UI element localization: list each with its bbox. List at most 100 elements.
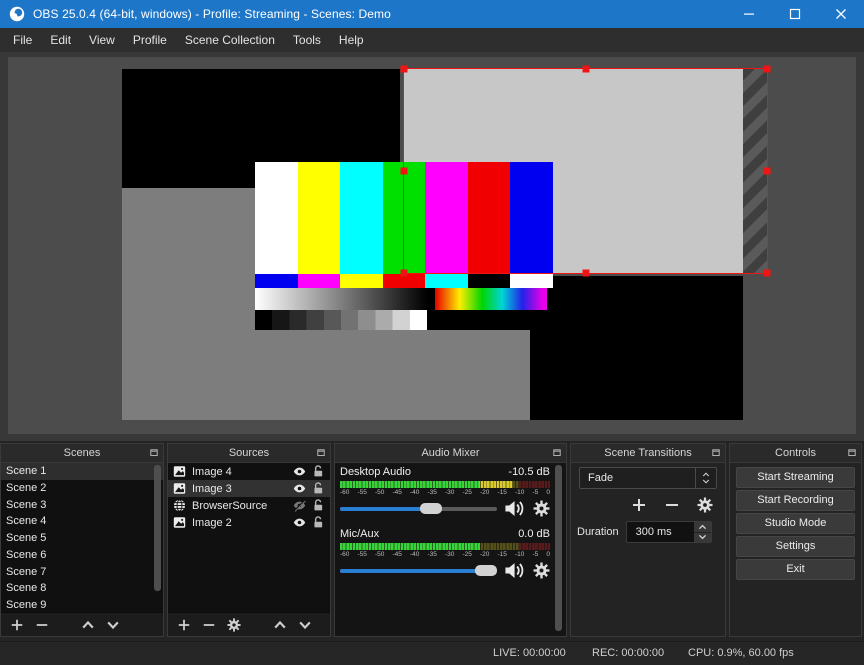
transition-select-arrows[interactable]	[695, 468, 716, 488]
exit-button[interactable]: Exit	[736, 559, 855, 580]
transition-properties-gear-icon[interactable]	[697, 497, 713, 513]
menu-item-edit[interactable]: Edit	[41, 28, 80, 52]
remove-scene-icon[interactable]	[35, 618, 49, 632]
visibility-eye-icon[interactable]	[293, 516, 306, 529]
meter-scale: -60 -55 -50 -45 -40 -35 -30 -25 -20 -15 -10 -5 0	[340, 489, 550, 496]
menu-item-scene-collection[interactable]: Scene Collection	[176, 28, 284, 52]
settings-button[interactable]: Settings	[736, 536, 855, 557]
menu-item-view[interactable]: View	[80, 28, 124, 52]
maximize-button[interactable]	[772, 0, 818, 28]
selection-handle-top-right[interactable]	[763, 65, 771, 73]
selection-handle-bottom-left[interactable]	[400, 269, 408, 277]
panel-float-icon[interactable]	[847, 448, 857, 458]
scenes-panel-title: Scenes	[63, 447, 101, 459]
menu-item-tools[interactable]: Tools	[284, 28, 330, 52]
source-name: Image 3	[192, 482, 232, 495]
mixer-channel-gain: 0.0 dB	[518, 528, 550, 540]
scene-list-item[interactable]: Scene 5	[1, 530, 163, 547]
panel-float-icon[interactable]	[552, 448, 562, 458]
visibility-eye-icon[interactable]	[293, 482, 306, 495]
source-name: Image 2	[192, 516, 232, 529]
scene-list-item[interactable]: Scene 3	[1, 497, 163, 514]
move-scene-down-icon[interactable]	[106, 618, 120, 632]
image-source-icon	[173, 516, 186, 529]
add-source-icon[interactable]	[177, 618, 191, 632]
panel-float-icon[interactable]	[149, 448, 159, 458]
visibility-eye-icon[interactable]	[293, 465, 306, 478]
speaker-icon[interactable]	[504, 500, 526, 517]
window-controls	[726, 0, 864, 28]
selection-handle-bottom-center[interactable]	[582, 269, 589, 277]
selection-handle-top-center[interactable]	[582, 65, 589, 73]
scenes-panel-header[interactable]: Scenes	[1, 444, 163, 463]
transitions-panel-header[interactable]: Scene Transitions	[571, 444, 725, 463]
image-source-icon	[173, 482, 186, 495]
source-row-selected[interactable]: Image 3	[168, 480, 330, 497]
duration-decrease-button[interactable]	[694, 532, 711, 542]
transitions-toolbar	[571, 494, 713, 515]
unlock-icon[interactable]	[312, 465, 325, 478]
selection-handle-mid-right[interactable]	[763, 167, 771, 175]
move-scene-up-icon[interactable]	[81, 618, 95, 632]
unlock-icon[interactable]	[312, 482, 325, 495]
source-name: Image 4	[192, 465, 232, 478]
duration-increase-button[interactable]	[694, 522, 711, 533]
scene-list-item[interactable]: Scene 9	[1, 597, 163, 612]
source-row[interactable]: Image 4	[168, 463, 330, 480]
volume-slider-handle[interactable]	[420, 503, 443, 514]
sources-panel-header[interactable]: Sources	[168, 444, 330, 463]
volume-slider[interactable]	[340, 503, 497, 514]
scene-list-item[interactable]: Scene 4	[1, 513, 163, 530]
selection-handle-bottom-right[interactable]	[763, 269, 771, 277]
selection-outline[interactable]	[400, 65, 771, 277]
live-time-status: LIVE: 00:00:00	[493, 647, 566, 659]
move-source-down-icon[interactable]	[298, 618, 312, 632]
volume-slider[interactable]	[340, 565, 497, 576]
scene-list-item[interactable]: Scene 6	[1, 547, 163, 564]
mixer-settings-gear-icon[interactable]	[533, 500, 550, 517]
mixer-settings-gear-icon[interactable]	[533, 562, 550, 579]
remove-transition-icon[interactable]	[664, 497, 680, 513]
transition-select[interactable]: Fade	[579, 467, 717, 489]
remove-source-icon[interactable]	[202, 618, 216, 632]
volume-slider-handle[interactable]	[475, 565, 497, 576]
sources-list: Image 4 Image 3 BrowserSource Image 2	[168, 463, 330, 612]
menu-item-profile[interactable]: Profile	[124, 28, 176, 52]
transitions-panel-title: Scene Transitions	[604, 447, 692, 459]
move-source-up-icon[interactable]	[273, 618, 287, 632]
studio-mode-button[interactable]: Studio Mode	[736, 513, 855, 534]
scene-list-item[interactable]: Scene 1	[1, 463, 163, 480]
menu-item-help[interactable]: Help	[330, 28, 373, 52]
visibility-eye-off-icon[interactable]	[293, 499, 306, 512]
source-properties-gear-icon[interactable]	[227, 618, 241, 632]
scene-list-item[interactable]: Scene 8	[1, 580, 163, 597]
source-black-rect-bottom-right[interactable]	[530, 276, 743, 420]
close-button[interactable]	[818, 0, 864, 28]
sources-panel-title: Sources	[228, 447, 270, 459]
start-streaming-button[interactable]: Start Streaming	[736, 467, 855, 488]
panel-float-icon[interactable]	[711, 448, 721, 458]
scenes-scrollbar[interactable]	[154, 465, 161, 591]
selection-handle-mid-left[interactable]	[400, 167, 408, 175]
menu-item-file[interactable]: File	[4, 28, 41, 52]
controls-panel-header[interactable]: Controls	[730, 444, 861, 463]
start-recording-button[interactable]: Start Recording	[736, 490, 855, 511]
source-row[interactable]: BrowserSource	[168, 497, 330, 514]
title-bar[interactable]: OBS 25.0.4 (64-bit, windows) - Profile: …	[0, 0, 864, 28]
scene-list-item[interactable]: Scene 7	[1, 564, 163, 581]
sources-toolbar	[168, 612, 330, 636]
selection-handle-top-left[interactable]	[400, 65, 408, 73]
speaker-icon[interactable]	[504, 562, 526, 579]
controls-panel-title: Controls	[775, 447, 816, 459]
panel-float-icon[interactable]	[316, 448, 326, 458]
mixer-scrollbar[interactable]	[555, 465, 563, 631]
unlock-icon[interactable]	[312, 499, 325, 512]
scene-list-item[interactable]: Scene 2	[1, 480, 163, 497]
add-scene-icon[interactable]	[10, 618, 24, 632]
add-transition-icon[interactable]	[631, 497, 647, 513]
duration-spinbox[interactable]: 300 ms	[625, 521, 712, 543]
audio-mixer-header[interactable]: Audio Mixer	[335, 444, 566, 463]
minimize-button[interactable]	[726, 0, 772, 28]
source-row[interactable]: Image 2	[168, 514, 330, 531]
unlock-icon[interactable]	[312, 516, 325, 529]
